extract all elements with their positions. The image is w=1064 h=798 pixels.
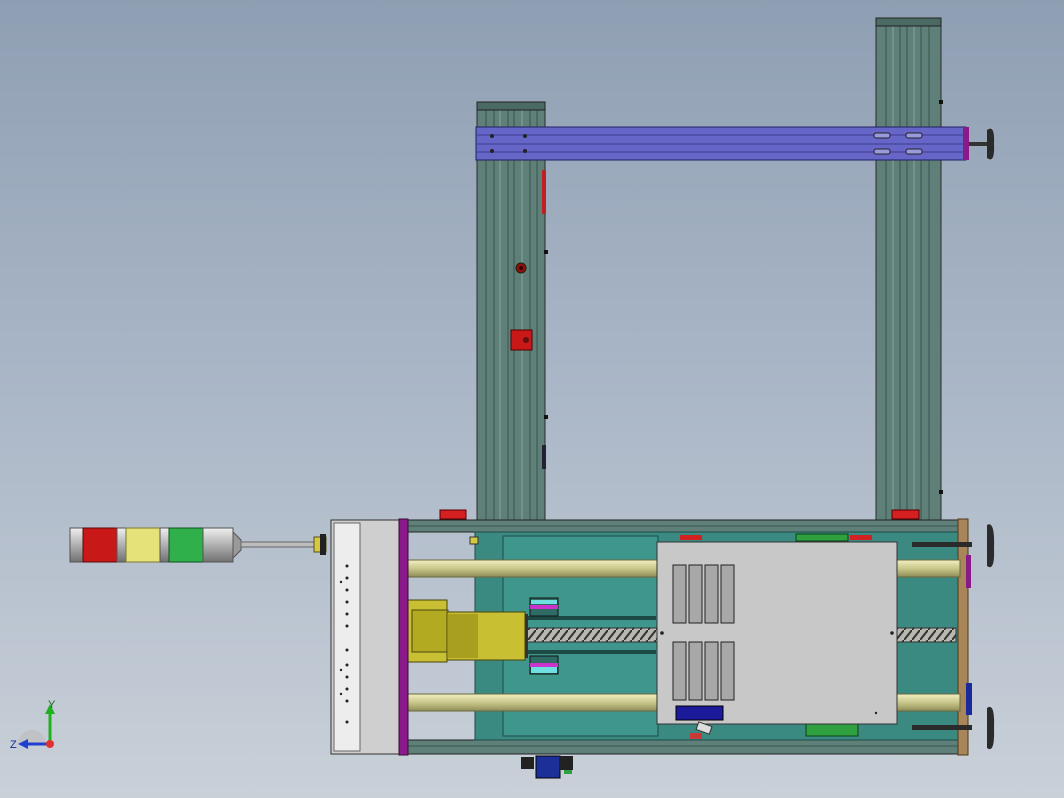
left-end-cover[interactable]	[330, 518, 409, 756]
z-axis-label: Z	[10, 739, 17, 751]
stack-light[interactable]	[69, 527, 327, 563]
top-crossbeam[interactable]	[475, 126, 969, 161]
bottom-sensor	[521, 755, 573, 779]
x-axis-origin-icon	[46, 740, 54, 748]
coordinate-triad: Y Z	[10, 699, 56, 751]
nut-block-upper	[529, 597, 559, 617]
machine-assembly-model[interactable]	[0, 0, 1064, 798]
right-vertical-column[interactable]	[875, 17, 943, 521]
leveling-foot-top	[969, 128, 995, 160]
nut-block-lower	[529, 655, 559, 675]
proximity-sensor	[515, 262, 527, 274]
alarm-button[interactable]	[510, 329, 533, 351]
y-axis-label: Y	[48, 699, 56, 711]
carriage-panel[interactable]	[656, 541, 898, 725]
cad-viewport[interactable]: Y Z	[0, 0, 1064, 798]
left-vertical-column[interactable]	[476, 101, 548, 521]
